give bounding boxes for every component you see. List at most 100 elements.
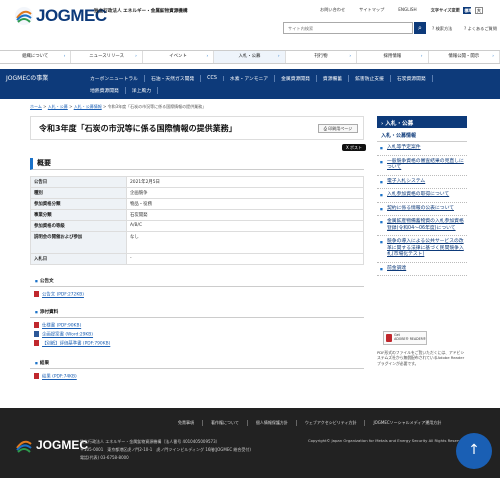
row-value: 物品・役務 xyxy=(126,198,364,210)
word-icon xyxy=(34,331,39,337)
adobe-reader-label: Get ADOBE® READER® xyxy=(394,333,426,341)
business-nav-title[interactable]: JOGMECの事業 xyxy=(6,73,48,82)
row-value: 2021年2月5日 xyxy=(126,176,364,188)
search-input[interactable]: サイト内検索 xyxy=(283,22,413,34)
table-row: 事業分類 石炭開発 xyxy=(30,209,364,221)
business-nav-items: カーボンニュートラル 石油・天然ガス開発 CCS 水素・アンモニア 金属資源開発… xyxy=(84,72,500,96)
org-name: 独立行政法人 エネルギー・金属鉱物資源機構 xyxy=(94,9,188,14)
footer-logo-icon xyxy=(16,440,32,453)
footer-address-line: 独立行政法人 エネルギー・金属鉱物資源機構（法人番号 4010405009573… xyxy=(80,439,220,444)
breadcrumb-procurement-info[interactable]: 入札・公募情報 xyxy=(74,104,102,109)
footer-link[interactable]: 個人情報保護方針 xyxy=(248,420,297,426)
table-row: 入札日 - xyxy=(30,253,364,265)
faq-link[interactable]: ? よくあるご質問 xyxy=(464,26,497,32)
site-header: JOGMEC 独立行政法人 エネルギー・金属鉱物資源機構 お問い合わせ サイトマ… xyxy=(0,0,500,46)
row-value: 企画競争 xyxy=(126,187,364,199)
footer-link[interactable]: ウェブアクセシビリティ方針 xyxy=(297,420,366,426)
sidebar-item[interactable]: 競争の導入による公共サービスの改革に関する法律に基づく民間競争入札(市場化テスト… xyxy=(377,236,467,263)
notice-file-link[interactable]: 公告文 (PDF:272KB) xyxy=(34,291,84,298)
font-size-standard-button[interactable]: 標準 xyxy=(463,7,472,14)
attachment-link[interactable]: 企画提案書 (Word:29KB) xyxy=(34,331,93,338)
breadcrumb-current: 令和3年度「石炭の市況等に係る国際情報の提供業務」 xyxy=(107,104,207,109)
breadcrumb-home[interactable]: ホーム xyxy=(30,104,42,109)
sidebar-list: 入札等予定案件 一般競争資格の審査結果の見直しについて 電子入札システム 入札参… xyxy=(377,142,467,276)
breadcrumb: ホーム > 入札・公募 > 入札・公募情報 > 令和3年度「石炭の市況等に係る国… xyxy=(30,104,207,109)
jogmec-logo-icon[interactable] xyxy=(14,6,34,26)
row-key: 入札日 xyxy=(30,253,127,265)
business-nav-item[interactable]: 石油・天然ガス開発 xyxy=(145,74,202,82)
adobe-note: PDF形式のファイルをご覧いただくには、アドビシステムズ社から無償配布されている… xyxy=(377,350,465,366)
sidebar: › 入札・公募 入札・公募情報 入札等予定案件 一般競争資格の審査結果の見直しに… xyxy=(377,116,467,276)
business-nav-item[interactable]: 石炭資源開発 xyxy=(391,74,433,82)
sidebar-item[interactable]: 入札参加資格の取得について xyxy=(377,189,467,203)
business-nav: JOGMECの事業 カーボンニュートラル 石油・天然ガス開発 CCS 水素・アン… xyxy=(0,69,500,99)
gnav-events[interactable]: イベント xyxy=(143,51,215,63)
gnav-recruit[interactable]: 採用情報 xyxy=(357,51,429,63)
table-row: 参加資格の等級 A/B/C xyxy=(30,220,364,232)
page-top-button[interactable]: ↑ xyxy=(456,433,492,469)
page-title-box: 令和3年度「石炭の市況等に係る国際情報の提供業務」 ⎙ 印刷用ページ xyxy=(30,116,364,140)
business-nav-item[interactable]: 洋上風力 xyxy=(126,86,158,94)
footer-address: 独立行政法人 エネルギー・金属鉱物資源機構（法人番号 4010405009573… xyxy=(80,438,251,461)
row-key: 公告日 xyxy=(30,176,127,188)
overview-table: 公告日 2021年2月5日 種別 企画競争 参加資格分類 物品・役務 事業分類 石炭開発… xyxy=(30,176,364,265)
sidebar-item[interactable]: 契約に係る情報の公表について xyxy=(377,203,467,216)
english-link[interactable]: ENGLISH xyxy=(398,7,416,14)
breadcrumb-procurement[interactable]: 入札・公募 xyxy=(48,104,68,109)
print-button[interactable]: ⎙ 印刷用ページ xyxy=(318,124,358,133)
sidebar-heading[interactable]: › 入札・公募 xyxy=(377,116,467,128)
font-size-large-button[interactable]: 大 xyxy=(474,7,483,14)
business-nav-item[interactable]: CCS xyxy=(201,75,224,81)
row-value: - xyxy=(126,253,364,265)
copyright: Copyright© Japan Organization for Metals… xyxy=(308,438,467,443)
business-nav-item[interactable]: 地熱資源開発 xyxy=(84,86,126,94)
adobe-reader-banner[interactable]: Get ADOBE® READER® xyxy=(383,331,427,345)
footer-link[interactable]: 免責事項 xyxy=(170,420,203,426)
row-key: 説明会の開催および参加 xyxy=(30,231,127,254)
row-key: 事業分類 xyxy=(30,209,127,221)
sidebar-item[interactable]: 電子入札システム xyxy=(377,176,467,189)
table-row: 公告日 2021年2月5日 xyxy=(30,176,364,188)
x-post-button[interactable]: X ポスト xyxy=(342,144,366,151)
font-size-control: 文字サイズ変更 標準 大 xyxy=(431,7,483,14)
sitemap-link[interactable]: サイトマップ xyxy=(359,7,384,14)
result-file-link[interactable]: 結果 (PDF:74KB) xyxy=(34,373,77,380)
sidebar-item[interactable]: 金属鉱産物備蓄物資の入札参加資格登録(令和04〜06年度)について xyxy=(377,216,467,236)
gnav-news[interactable]: ニュースリリース xyxy=(71,51,143,63)
row-key: 種別 xyxy=(30,187,127,199)
row-key: 参加資格分類 xyxy=(30,198,127,210)
footer-link[interactable]: 著作権について xyxy=(203,420,248,426)
table-row: 種別 企画競争 xyxy=(30,187,364,199)
sidebar-subheading[interactable]: 入札・公募情報 xyxy=(377,128,467,142)
search-icon[interactable]: ⌕ xyxy=(414,22,426,34)
search-method-link[interactable]: ? 検索方法 xyxy=(432,26,452,32)
global-nav: 組織について ニュースリリース イベント 入札・公募 刊行物 採用情報 情報公開… xyxy=(0,50,500,64)
gnav-about[interactable]: 組織について xyxy=(0,51,72,63)
footer-links: 免責事項 著作権について 個人情報保護方針 ウェブアクセシビリティ方針 JOGM… xyxy=(170,420,449,426)
gnav-procurement[interactable]: 入札・公募 xyxy=(214,51,286,63)
site-footer: 免責事項 著作権について 個人情報保護方針 ウェブアクセシビリティ方針 JOGM… xyxy=(0,408,500,478)
font-size-label: 文字サイズ変更 xyxy=(430,7,460,13)
sidebar-item[interactable]: 一般競争資格の審査結果の見直しについて xyxy=(377,156,467,176)
attachments-heading: 添付資料 xyxy=(30,307,364,318)
attachment-link[interactable]: 【別紙】評価基準書 (PDF:790KB) xyxy=(34,340,110,347)
pdf-icon xyxy=(34,322,39,328)
overview-heading: 概要 xyxy=(30,158,364,170)
sidebar-item[interactable]: 前金調達 xyxy=(377,263,467,276)
row-value: 石炭開発 xyxy=(126,209,364,221)
pdf-icon xyxy=(34,340,39,346)
sidebar-item[interactable]: 入札等予定案件 xyxy=(377,142,467,156)
footer-link[interactable]: JOGMECソーシャルメディア運用方針 xyxy=(365,420,449,426)
business-nav-item[interactable]: 金属資源開発 xyxy=(275,74,317,82)
business-nav-item[interactable]: 鉱害防止支援 xyxy=(349,74,391,82)
adobe-reader-icon xyxy=(386,334,393,342)
business-nav-item[interactable]: カーボンニュートラル xyxy=(84,74,145,82)
attachment-link[interactable]: 仕様書 (PDF:90KB) xyxy=(34,322,81,329)
gnav-publications[interactable]: 刊行物 xyxy=(286,51,358,63)
result-heading: 結果 xyxy=(30,358,364,369)
business-nav-item[interactable]: 資源備蓄 xyxy=(317,74,350,82)
page-title: 令和3年度「石炭の市況等に係る国際情報の提供業務」 xyxy=(39,124,237,133)
contact-link[interactable]: お問い合わせ xyxy=(320,7,345,14)
business-nav-item[interactable]: 水素・アンモニア xyxy=(224,74,276,82)
gnav-disclosure[interactable]: 情報公開・開示 xyxy=(429,51,500,63)
